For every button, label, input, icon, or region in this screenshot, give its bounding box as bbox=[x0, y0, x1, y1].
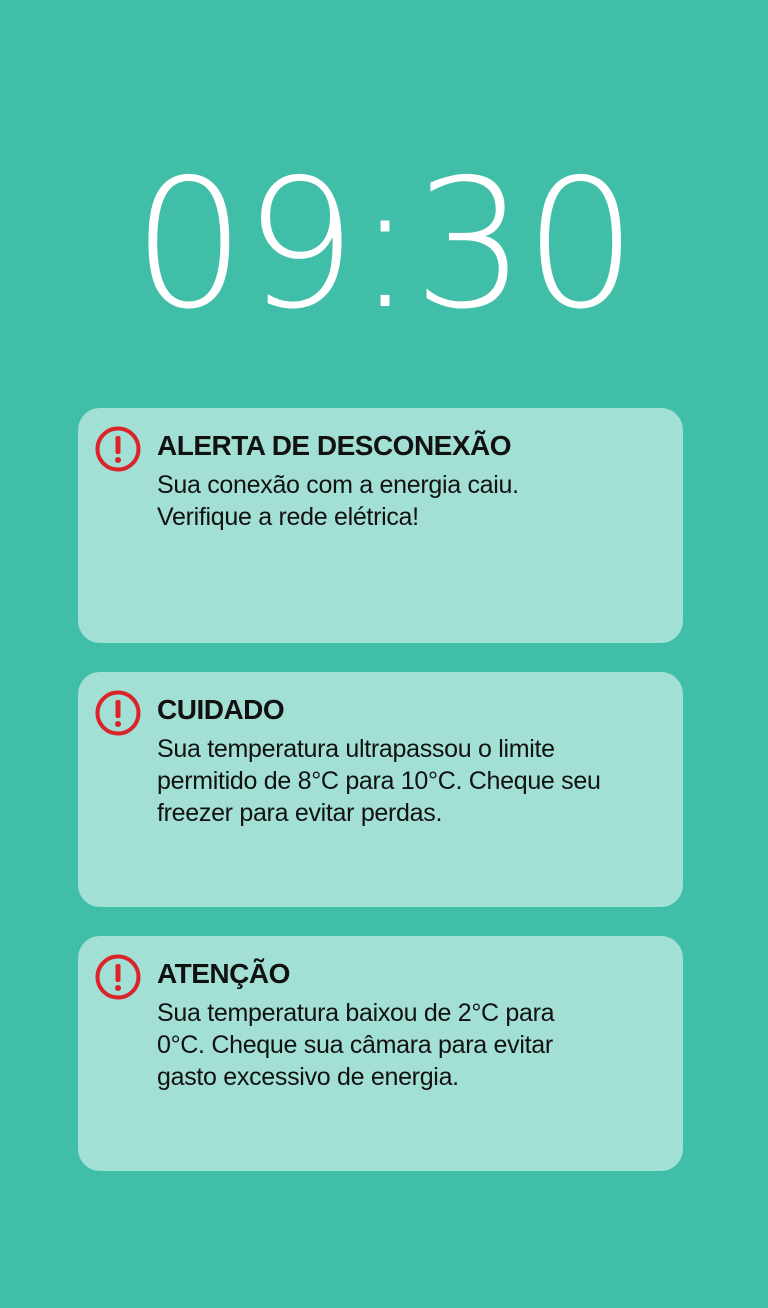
notification-card-attention[interactable]: ATENÇÃO Sua temperatura baixou de 2°C pa… bbox=[78, 936, 683, 1171]
notification-card-caution[interactable]: CUIDADO Sua temperatura ultrapassou o li… bbox=[78, 672, 683, 907]
alert-icon bbox=[95, 954, 141, 1000]
lock-screen: 09:30 ALERTA DE DESCONEXÃO Sua conexão c… bbox=[0, 0, 768, 1308]
alert-icon bbox=[95, 426, 141, 472]
alert-icon bbox=[95, 690, 141, 736]
notification-title: ATENÇÃO bbox=[157, 958, 290, 989]
notification-message: Sua conexão com a energia caiu. Verifiqu… bbox=[157, 471, 519, 531]
notification-message: Sua temperatura ultrapassou o limite per… bbox=[157, 735, 601, 827]
clock-time: 09:30 bbox=[132, 141, 638, 348]
notification-card-disconnection[interactable]: ALERTA DE DESCONEXÃO Sua conexão com a e… bbox=[78, 408, 683, 643]
notification-title: CUIDADO bbox=[157, 694, 285, 725]
notification-message: Sua temperatura baixou de 2°C para 0°C. … bbox=[157, 999, 555, 1091]
notification-title: ALERTA DE DESCONEXÃO bbox=[157, 430, 512, 461]
